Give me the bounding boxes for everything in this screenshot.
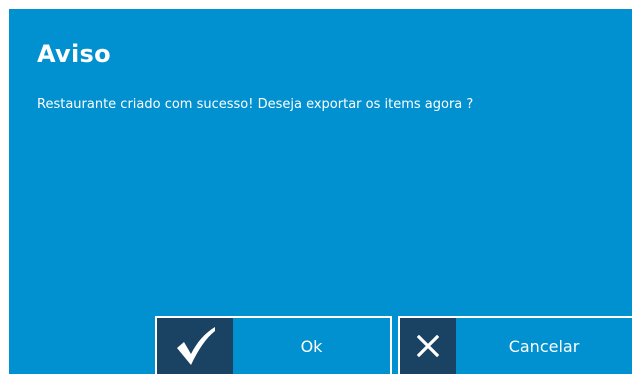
checkmark-icon (177, 327, 215, 365)
cancel-button[interactable]: Cancelar (398, 316, 632, 374)
alert-dialog: Aviso Restaurante criado com sucesso! De… (9, 9, 632, 374)
ok-button-label: Ok (300, 336, 323, 356)
close-icon (417, 335, 439, 357)
checkmark-icon-box (157, 318, 233, 374)
close-icon-box (400, 318, 456, 374)
cancel-button-label: Cancelar (508, 336, 580, 356)
dialog-title: Aviso (37, 40, 111, 68)
ok-button[interactable]: Ok (155, 316, 392, 374)
dialog-message: Restaurante criado com sucesso! Deseja e… (37, 97, 474, 112)
